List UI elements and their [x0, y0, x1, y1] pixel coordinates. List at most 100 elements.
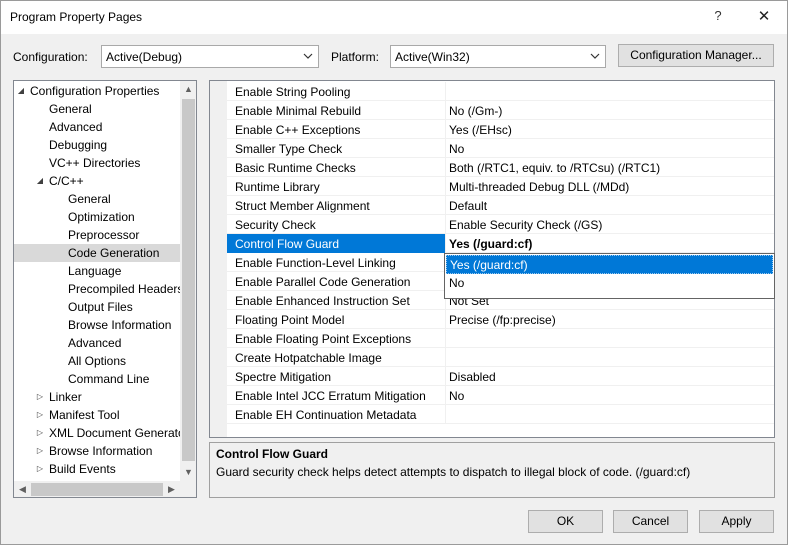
- dropdown-option[interactable]: Yes (/guard:cf): [446, 255, 773, 274]
- scroll-corner: [180, 481, 196, 497]
- property-row[interactable]: Runtime Library Multi-threaded Debug DLL …: [227, 177, 774, 196]
- tree-item[interactable]: Debugging: [14, 136, 180, 154]
- column-divider: [445, 101, 446, 120]
- expanded-arrow-icon[interactable]: ◢: [16, 86, 26, 96]
- title-bar: Program Property Pages ? ✕: [1, 1, 787, 34]
- column-divider: [445, 386, 446, 405]
- tree-item[interactable]: ▷ XML Document Generator: [14, 424, 189, 442]
- tree-item[interactable]: ▷ Linker: [14, 388, 180, 406]
- tree-item[interactable]: Code Generation: [14, 244, 180, 262]
- scroll-thumb[interactable]: [182, 99, 195, 461]
- column-divider: [445, 120, 446, 139]
- platform-select[interactable]: Active(Win32): [390, 45, 606, 68]
- cancel-button[interactable]: Cancel: [613, 510, 688, 533]
- property-row[interactable]: Spectre Mitigation Disabled: [227, 367, 774, 386]
- column-divider: [445, 139, 446, 158]
- collapsed-arrow-icon[interactable]: ▷: [35, 446, 45, 456]
- property-row[interactable]: Enable C++ Exceptions Yes (/EHsc): [227, 120, 774, 139]
- property-row[interactable]: Create Hotpatchable Image: [227, 348, 774, 367]
- configuration-select[interactable]: Active(Debug): [101, 45, 319, 68]
- tree-item-label: C/C++: [49, 174, 84, 188]
- tree-item-label: Precompiled Headers: [68, 282, 184, 296]
- property-row[interactable]: Enable EH Continuation Metadata: [227, 405, 774, 424]
- tree-item-label: All Options: [68, 354, 127, 368]
- property-row[interactable]: Enable Minimal Rebuild No (/Gm-): [227, 101, 774, 120]
- property-row[interactable]: Control Flow Guard Yes (/guard:cf): [227, 234, 774, 253]
- tree-item[interactable]: ▷ Build Events: [14, 460, 180, 478]
- platform-label: Platform:: [331, 50, 380, 64]
- tree-item[interactable]: Output Files: [14, 298, 180, 316]
- property-name: Enable Parallel Code Generation: [235, 275, 411, 289]
- property-row[interactable]: Enable Floating Point Exceptions: [227, 329, 774, 348]
- description-panel: Control Flow Guard Guard security check …: [209, 442, 775, 498]
- close-icon[interactable]: ✕: [749, 3, 779, 31]
- column-divider: [445, 405, 446, 424]
- tree-item[interactable]: Command Line: [14, 370, 180, 388]
- scroll-down-icon[interactable]: ▼: [180, 464, 196, 481]
- property-row[interactable]: Security Check Enable Security Check (/GS…: [227, 215, 774, 234]
- tree-item[interactable]: Preprocessor: [14, 226, 180, 244]
- tree-item[interactable]: All Options: [14, 352, 180, 370]
- tree-item[interactable]: ◢ C/C++: [14, 172, 180, 190]
- tree-item[interactable]: Language: [14, 262, 180, 280]
- column-divider: [445, 177, 446, 196]
- configuration-value: Active(Debug): [106, 50, 183, 64]
- expanded-arrow-icon[interactable]: ◢: [35, 176, 45, 186]
- tree-item-label: Advanced: [49, 120, 103, 134]
- collapsed-arrow-icon[interactable]: ▷: [35, 428, 45, 438]
- collapsed-arrow-icon[interactable]: ▷: [35, 464, 45, 474]
- property-row[interactable]: Enable Intel JCC Erratum Mitigation No: [227, 386, 774, 405]
- tree-item-label: Browse Information: [49, 444, 153, 458]
- tree-item[interactable]: General: [14, 100, 180, 118]
- tree-horizontal-scrollbar[interactable]: ◀ ▶: [14, 481, 180, 497]
- tree-item[interactable]: Browse Information: [14, 316, 180, 334]
- scroll-up-icon[interactable]: ▲: [180, 81, 196, 98]
- tree-item[interactable]: Optimization: [14, 208, 180, 226]
- configuration-label: Configuration:: [13, 50, 88, 64]
- property-row[interactable]: Basic Runtime Checks Both (/RTC1, equiv. …: [227, 158, 774, 177]
- value-dropdown-list[interactable]: Yes (/guard:cf) No: [444, 253, 775, 299]
- property-name: Create Hotpatchable Image: [235, 351, 382, 365]
- tree-item[interactable]: ◢ Configuration Properties: [14, 82, 180, 100]
- property-value: No (/Gm-): [449, 104, 503, 118]
- tree-item-label: XML Document Generator: [49, 426, 189, 440]
- help-icon[interactable]: ?: [710, 8, 726, 26]
- property-row[interactable]: Enable String Pooling: [227, 82, 774, 101]
- tree-item-label: Language: [68, 264, 122, 278]
- property-value: Multi-threaded Debug DLL (/MDd): [449, 180, 630, 194]
- apply-button[interactable]: Apply: [699, 510, 774, 533]
- dropdown-option[interactable]: No: [446, 274, 773, 293]
- scroll-right-icon[interactable]: ▶: [163, 481, 180, 497]
- chevron-down-icon: [590, 53, 600, 59]
- collapsed-arrow-icon[interactable]: ▷: [35, 410, 45, 420]
- ok-button[interactable]: OK: [528, 510, 603, 533]
- tree-item[interactable]: ▷ Manifest Tool: [14, 406, 180, 424]
- property-row[interactable]: Struct Member Alignment Default: [227, 196, 774, 215]
- tree-vertical-scrollbar[interactable]: ▲ ▼: [180, 81, 196, 481]
- tree-item[interactable]: VC++ Directories: [14, 154, 180, 172]
- tree-item[interactable]: Precompiled Headers: [14, 280, 184, 298]
- tree-item-label: Command Line: [68, 372, 150, 386]
- tree-item[interactable]: Advanced: [14, 334, 180, 352]
- tree-item[interactable]: Advanced: [14, 118, 180, 136]
- property-row[interactable]: Floating Point Model Precise (/fp:precise…: [227, 310, 774, 329]
- tree-item-label: Build Events: [49, 462, 116, 476]
- tree-item-label: Code Generation: [68, 246, 160, 260]
- window-title: Program Property Pages: [10, 10, 143, 24]
- tree-item[interactable]: General: [14, 190, 180, 208]
- property-row[interactable]: Smaller Type Check No: [227, 139, 774, 158]
- description-title: Control Flow Guard: [216, 447, 328, 461]
- dropdown-toggle-button[interactable]: [774, 235, 775, 252]
- collapsed-arrow-icon[interactable]: ▷: [35, 392, 45, 402]
- tree-item-label: General: [68, 192, 111, 206]
- configuration-manager-button[interactable]: Configuration Manager...: [618, 44, 774, 67]
- property-value[interactable]: Yes (/guard:cf): [449, 237, 532, 251]
- category-tree[interactable]: ◢ Configuration Properties General Advanced…: [13, 80, 197, 498]
- tree-item-label: Output Files: [68, 300, 133, 314]
- tree-item-label: Optimization: [68, 210, 135, 224]
- scroll-left-icon[interactable]: ◀: [14, 481, 31, 497]
- scroll-thumb[interactable]: [31, 483, 163, 496]
- tree-item-label: VC++ Directories: [49, 156, 141, 170]
- property-name: Enable EH Continuation Metadata: [235, 408, 417, 422]
- tree-item[interactable]: ▷ Browse Information: [14, 442, 180, 460]
